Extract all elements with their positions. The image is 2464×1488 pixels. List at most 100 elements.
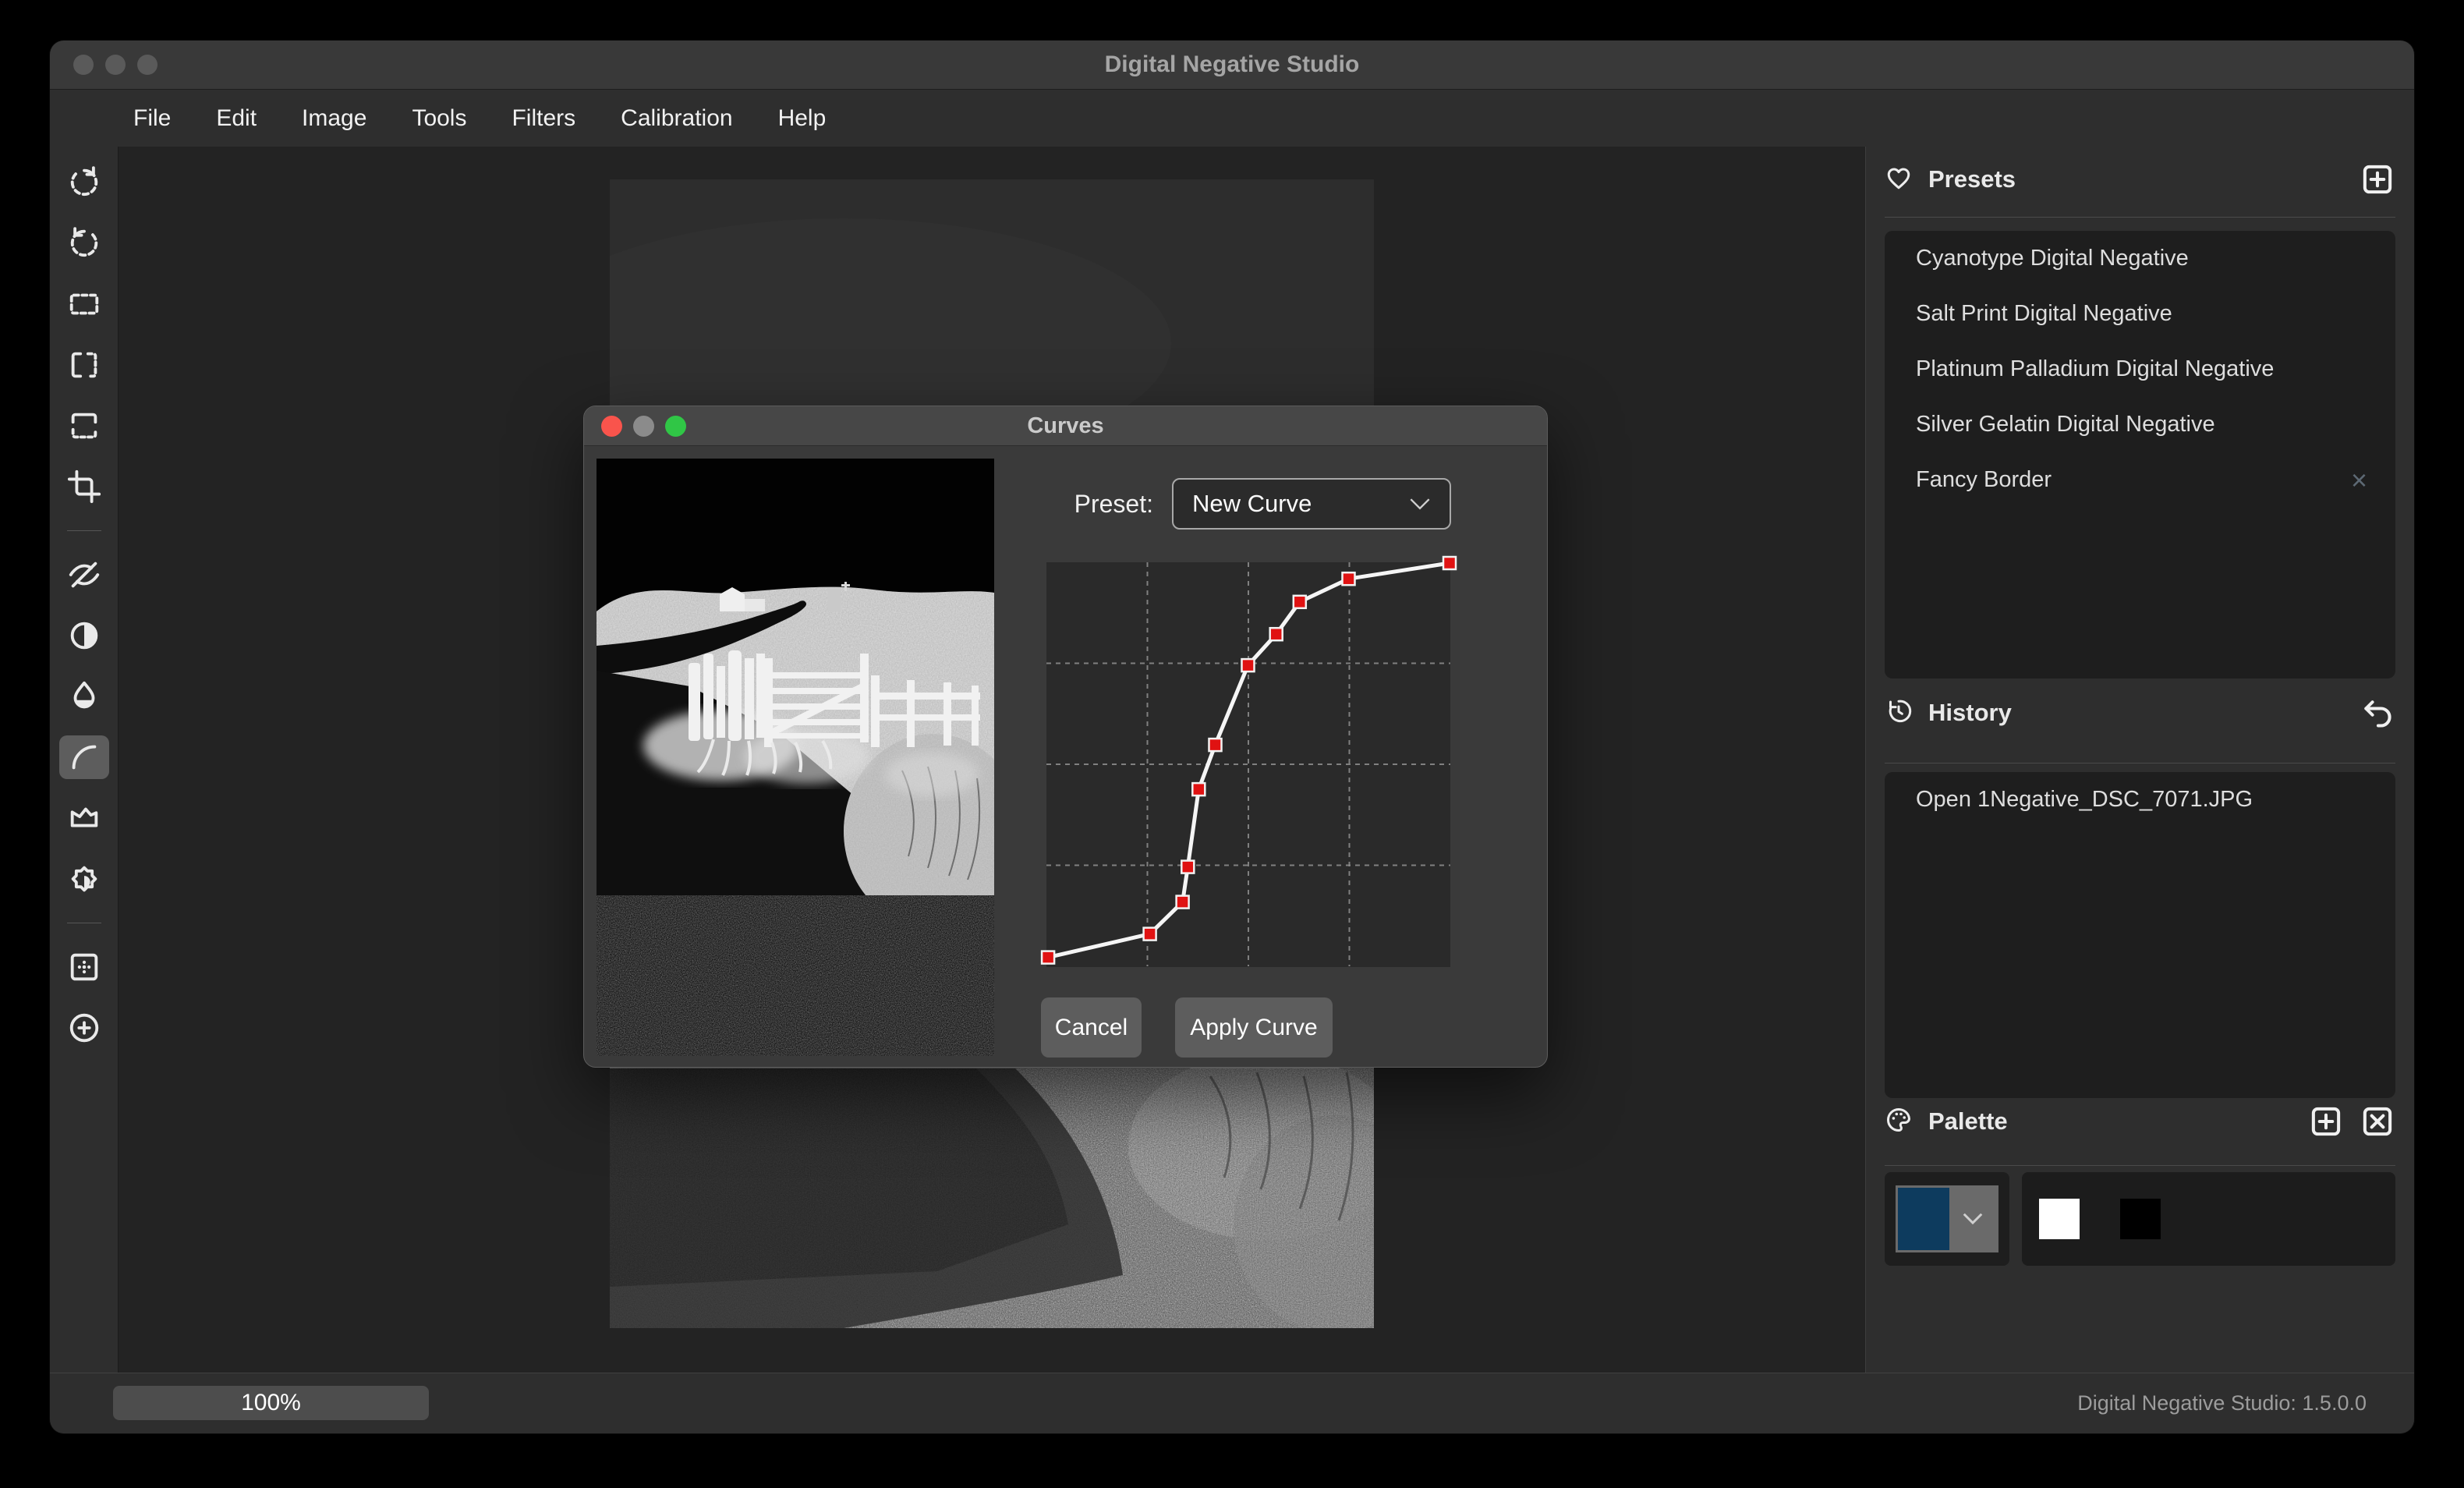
preset-value: New Curve	[1192, 490, 1312, 517]
history-icon	[1885, 697, 1913, 729]
curves-icon	[72, 745, 96, 770]
chevron-down-icon	[1409, 497, 1431, 511]
plus-square-icon	[2311, 1107, 2341, 1136]
crop-tool[interactable]	[59, 465, 109, 508]
palette-swatches	[2022, 1172, 2395, 1266]
history-title: History	[1928, 699, 2012, 726]
contrast-icon	[70, 622, 97, 650]
marquee-select-tool[interactable]	[59, 282, 109, 326]
preset-list-item[interactable]: Silver Gelatin Digital Negative	[1885, 397, 2395, 452]
history-list-item[interactable]: Open 1Negative_DSC_7071.JPG	[1885, 772, 2395, 827]
curves-graph[interactable]	[1040, 555, 1457, 967]
status-bar: 100% Digital Negative Studio: 1.5.0.0	[50, 1373, 2414, 1433]
preset-label: Cyanotype Digital Negative	[1916, 246, 2189, 271]
preset-list-item[interactable]: Fancy Border ×	[1885, 452, 2395, 508]
rotate-ccw-icon	[70, 227, 97, 257]
history-label: Open 1Negative_DSC_7071.JPG	[1916, 787, 2253, 812]
tool-bar	[50, 147, 119, 1373]
density-tool[interactable]	[59, 675, 109, 718]
dialog-zoom-button[interactable]	[665, 415, 686, 437]
dialog-window-controls[interactable]	[601, 406, 686, 445]
window-controls[interactable]	[73, 55, 158, 75]
remove-preset-icon[interactable]: ×	[2351, 466, 2367, 494]
history-panel-header: History	[1885, 689, 2395, 736]
preset-label: Fancy Border	[1916, 467, 2052, 492]
plus-square-icon	[2363, 165, 2392, 194]
preset-label: Platinum Palladium Digital Negative	[1916, 356, 2275, 381]
undo-button[interactable]	[2360, 695, 2395, 731]
close-button[interactable]	[73, 55, 94, 75]
menu-item[interactable]: Calibration	[598, 105, 755, 132]
rotate-cw-tool[interactable]	[59, 161, 109, 204]
preset-list-item[interactable]: Salt Print Digital Negative	[1885, 286, 2395, 342]
brightness-tool[interactable]	[59, 857, 109, 901]
rotate-cw-icon	[70, 166, 97, 197]
right-sidebar: Presets Cyanotype Digital Negative Salt …	[1865, 147, 2414, 1373]
dialog-title: Curves	[1027, 413, 1104, 438]
flip-horizontal-tool[interactable]	[59, 343, 109, 387]
preset-list-item[interactable]: Platinum Palladium Digital Negative	[1885, 342, 2395, 397]
palette-icon	[1885, 1106, 1913, 1138]
rotate-ccw-tool[interactable]	[59, 221, 109, 265]
preset-dropdown[interactable]: New Curve	[1172, 478, 1451, 530]
preset-list-item[interactable]: Cyanotype Digital Negative	[1885, 231, 2395, 286]
apply-curve-button[interactable]: Apply Curve	[1175, 997, 1333, 1058]
add-tool[interactable]	[59, 1006, 109, 1050]
zoom-button[interactable]	[137, 55, 158, 75]
preset-label: Salt Print Digital Negative	[1916, 301, 2172, 326]
palette-title: Palette	[1928, 1107, 2008, 1135]
history-list: Open 1Negative_DSC_7071.JPG	[1885, 772, 2395, 1098]
flip-vertical-icon	[71, 413, 97, 439]
presets-title: Presets	[1928, 165, 2016, 193]
flip-horizontal-icon	[71, 352, 97, 378]
curves-dialog: Curves Preset: New Curve Cancel Apply Cu…	[583, 406, 1548, 1068]
ink-drop-icon	[73, 681, 94, 709]
minimize-button[interactable]	[105, 55, 126, 75]
cancel-button[interactable]: Cancel	[1041, 997, 1142, 1058]
preset-label: Silver Gelatin Digital Negative	[1916, 412, 2215, 437]
add-circle-icon	[69, 1013, 98, 1043]
dialog-preview-image	[597, 459, 994, 1056]
dialog-close-button[interactable]	[601, 415, 622, 437]
presets-list: Cyanotype Digital Negative Salt Print Di…	[1885, 231, 2395, 678]
flip-vertical-tool[interactable]	[59, 404, 109, 448]
levels-tool[interactable]	[59, 796, 109, 840]
color-swatch[interactable]	[2120, 1199, 2161, 1239]
palette-panel-header: Palette	[1885, 1098, 2395, 1145]
menu-item[interactable]: Help	[756, 105, 849, 132]
menu-item[interactable]: Edit	[193, 105, 279, 132]
zoom-level-button[interactable]: 100%	[113, 1386, 429, 1420]
curves-tool[interactable]	[58, 735, 109, 779]
window-title: Digital Negative Studio	[1104, 51, 1360, 77]
menu-item[interactable]: Image	[279, 105, 389, 132]
app-window: Digital Negative Studio File Edit Image Too…	[50, 41, 2414, 1433]
border-tool[interactable]	[59, 945, 109, 989]
screen: Digital Negative Studio File Edit Image Too…	[0, 0, 2464, 1488]
version-status: Digital Negative Studio: 1.5.0.0	[2077, 1391, 2367, 1415]
x-square-icon	[2363, 1107, 2392, 1136]
clear-palette-button[interactable]	[2360, 1104, 2395, 1139]
dialog-minimize-button[interactable]	[633, 415, 654, 437]
color-picker-box	[1885, 1172, 2009, 1266]
add-color-button[interactable]	[2308, 1104, 2344, 1139]
dialog-title-bar[interactable]: Curves	[584, 406, 1547, 446]
eye-off-icon	[69, 562, 99, 588]
color-swatch[interactable]	[2039, 1199, 2080, 1239]
chevron-down-icon	[1949, 1212, 1996, 1226]
color-picker-dropdown[interactable]	[1896, 1185, 1998, 1252]
menu-item[interactable]: Tools	[389, 105, 489, 132]
palette-row	[1885, 1172, 2395, 1266]
heart-icon	[1885, 164, 1913, 196]
menu-item[interactable]: Filters	[489, 105, 598, 132]
selected-color-swatch	[1898, 1188, 1949, 1250]
crop-icon	[67, 469, 101, 504]
preset-label: Preset:	[1074, 489, 1153, 518]
preview-toggle-tool[interactable]	[59, 553, 109, 597]
divider	[1885, 1165, 2395, 1166]
toolbar-divider	[66, 530, 101, 531]
title-bar[interactable]: Digital Negative Studio	[50, 41, 2414, 90]
menu-item[interactable]: File	[111, 105, 193, 132]
brightness-icon	[71, 866, 97, 892]
add-preset-button[interactable]	[2360, 161, 2395, 197]
contrast-tool[interactable]	[59, 614, 109, 657]
